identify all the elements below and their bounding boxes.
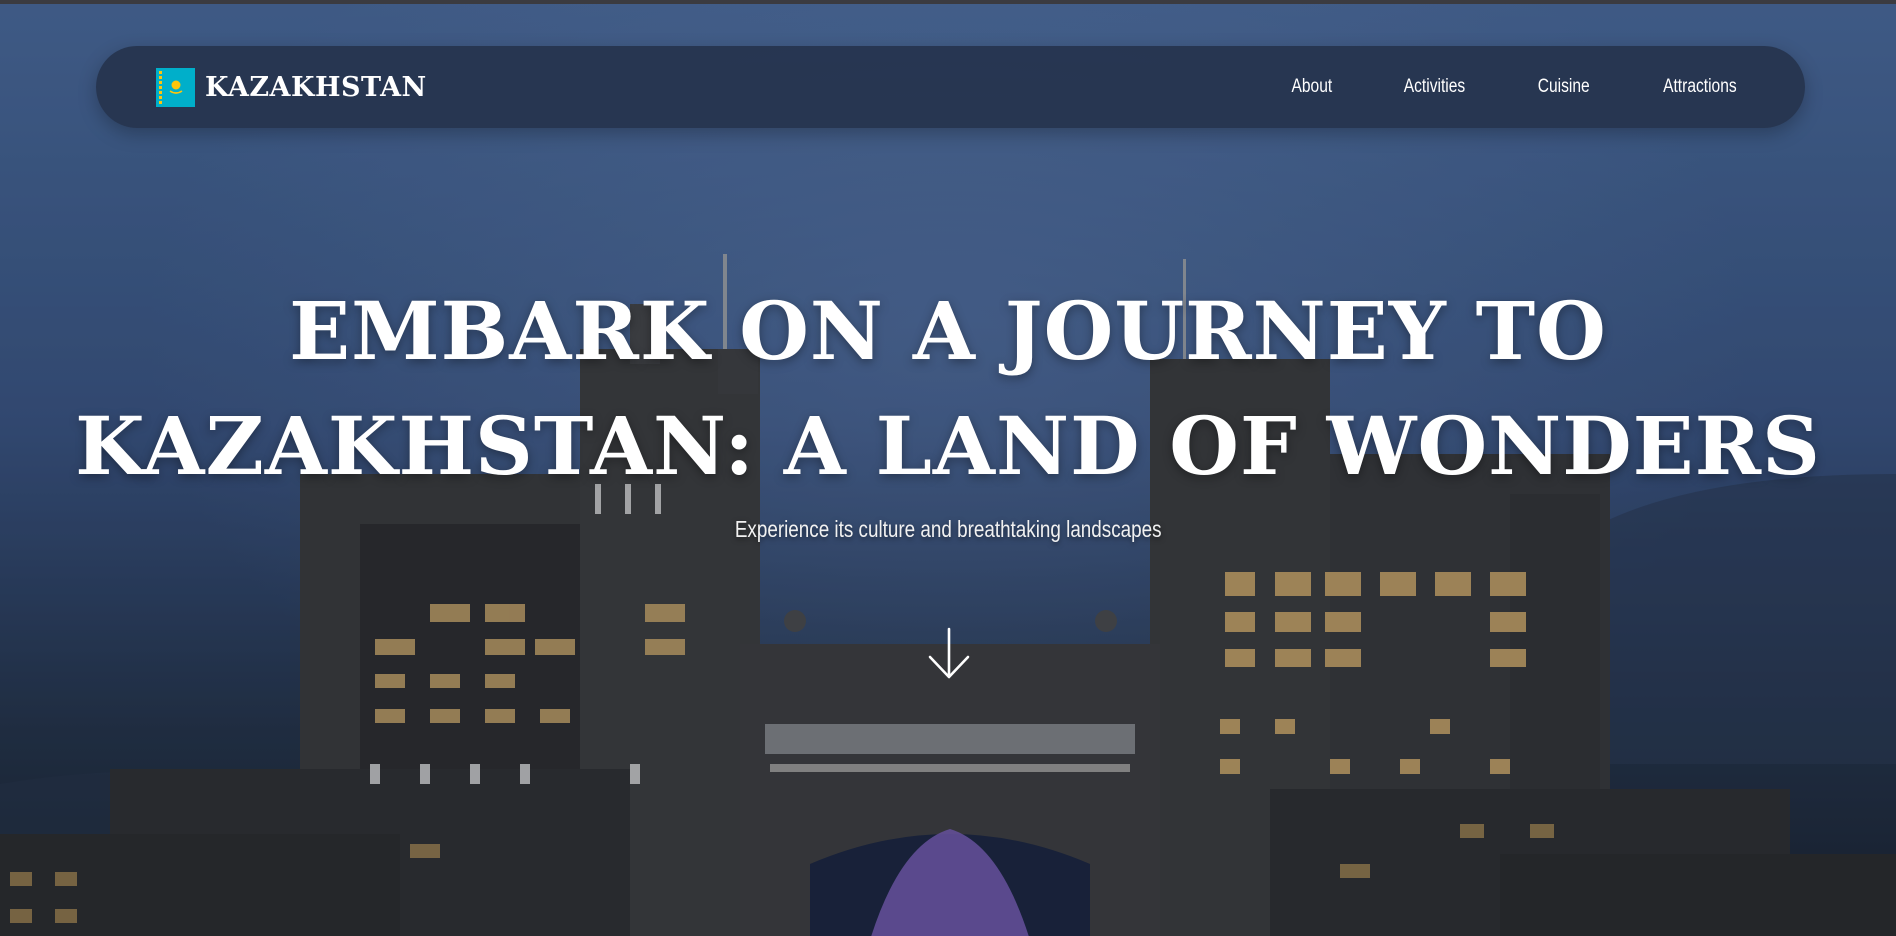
- page-viewport: KAZAKHSTAN About Activities Cuisine Attr…: [0, 0, 1896, 936]
- nav-link-cuisine[interactable]: Cuisine: [1538, 76, 1590, 98]
- nav-links: About Activities Cuisine Attractions: [1287, 76, 1745, 98]
- top-navbar: KAZAKHSTAN About Activities Cuisine Attr…: [96, 46, 1805, 128]
- hero-title-line-2: KAZAKHSTAN: A LAND OF WONDERS: [75, 399, 1821, 493]
- hero-title: EMBARK ON A JOURNEY TO KAZAKHSTAN: A LAN…: [0, 274, 1896, 504]
- brand-logo-link[interactable]: KAZAKHSTAN: [156, 67, 427, 107]
- scroll-down-button[interactable]: [926, 626, 972, 682]
- arrow-down-icon: [928, 627, 970, 679]
- hero-title-line-1: EMBARK ON A JOURNEY TO: [289, 284, 1607, 378]
- kazakhstan-flag-icon: [156, 67, 195, 107]
- hero-subtitle: Experience its culture and breathtaking …: [0, 516, 1896, 543]
- nav-link-attractions[interactable]: Attractions: [1663, 76, 1737, 98]
- brand-name: KAZAKHSTAN: [205, 71, 427, 103]
- hero-subtitle-text: Experience its culture and breathtaking …: [734, 516, 1162, 542]
- nav-link-about[interactable]: About: [1292, 76, 1333, 98]
- nav-link-activities[interactable]: Activities: [1404, 76, 1465, 98]
